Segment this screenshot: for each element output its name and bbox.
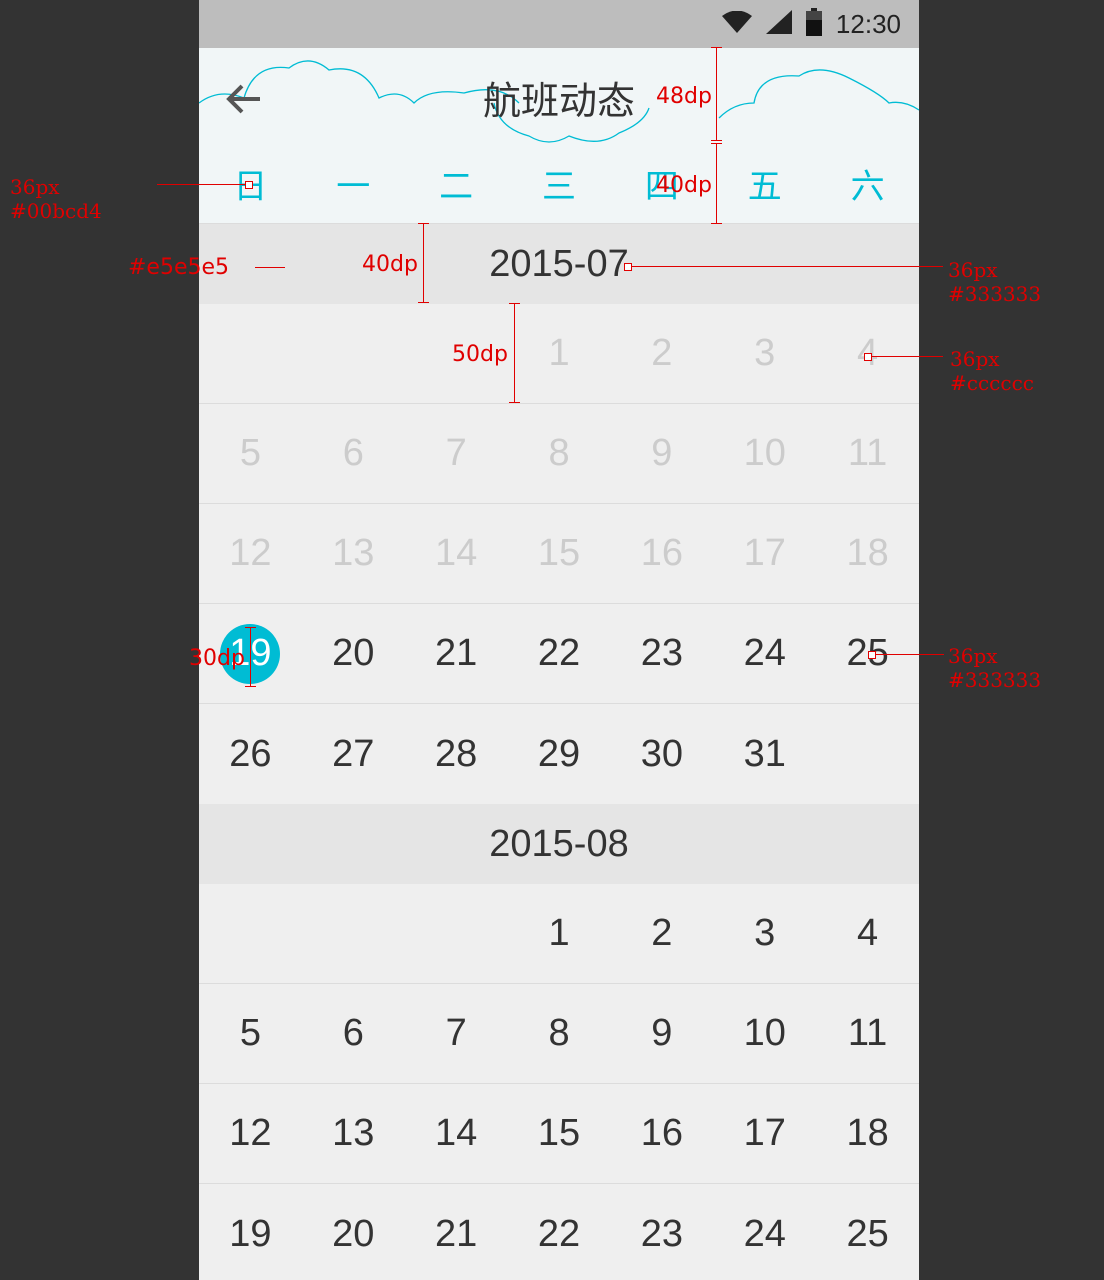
day-cell[interactable]: 24 — [713, 1184, 816, 1280]
month-header: 2015-08 — [199, 804, 919, 884]
week-row: 5 6 7 8 9 10 11 — [199, 404, 919, 504]
day-cell[interactable]: 20 — [302, 1184, 405, 1280]
day-cell[interactable]: 25 — [816, 1184, 919, 1280]
day-cell[interactable]: 23 — [610, 1184, 713, 1280]
day-cell: 10 — [743, 432, 786, 474]
day-cell[interactable]: 27 — [302, 704, 405, 804]
week-row: 12 13 14 15 16 17 18 — [199, 1084, 919, 1184]
wifi-icon — [721, 10, 752, 37]
day-cell[interactable]: 21 — [405, 1184, 508, 1280]
day-cell[interactable]: 24 — [713, 604, 816, 703]
day-cell[interactable]: 28 — [405, 704, 508, 804]
day-cell[interactable]: 4 — [816, 884, 919, 983]
week-row: 1234 — [199, 884, 919, 984]
day-cell: 7 — [445, 432, 467, 474]
weekday-label: 二 — [439, 166, 474, 207]
day-cell: 11 — [847, 432, 888, 474]
day-cell[interactable]: 31 — [713, 704, 816, 804]
annotation-weekday-spec: 36px #00bcd4 — [10, 175, 102, 223]
status-time: 12:30 — [835, 8, 901, 39]
annotation-month-bg: #e5e5e5 — [128, 255, 230, 280]
weekday-header: 日 一 二 三 四 五 六 — [199, 143, 919, 224]
day-cell[interactable]: 19 — [199, 1184, 302, 1280]
day-cell: 1 — [548, 332, 570, 374]
empty-day-cell — [199, 884, 302, 983]
day-cell: 3 — [754, 332, 776, 374]
day-cell[interactable]: 18 — [816, 1084, 919, 1183]
day-cell[interactable]: 14 — [405, 1084, 508, 1183]
day-cell: 5 — [239, 432, 261, 474]
annotation-month-text: 36px #333333 — [948, 258, 1042, 306]
weekday-label: 五 — [747, 166, 782, 207]
day-cell: 9 — [651, 432, 673, 474]
day-cell[interactable]: 5 — [199, 984, 302, 1083]
day-cell: 6 — [342, 432, 364, 474]
app-bar: 航班动态 — [199, 48, 919, 143]
annotation-appbar-height: 48dp — [656, 84, 712, 109]
day-cell[interactable]: 16 — [610, 1084, 713, 1183]
day-cell[interactable]: 11 — [816, 984, 919, 1083]
day-cell[interactable]: 21 — [405, 604, 508, 703]
day-cell[interactable]: 2 — [610, 884, 713, 983]
calendar-list[interactable]: 2015-07123456789101112131415161718192021… — [199, 224, 919, 1280]
signal-icon — [765, 10, 792, 38]
day-cell[interactable]: 10 — [713, 984, 816, 1083]
week-row: 19202122232425 — [199, 1184, 919, 1280]
day-cell[interactable]: 15 — [508, 1084, 611, 1183]
day-cell[interactable]: 30 — [610, 704, 713, 804]
day-cell[interactable]: 3 — [713, 884, 816, 983]
day-cell: 15 — [537, 532, 581, 574]
week-row: 12 13 14 15 16 17 18 — [199, 504, 919, 604]
empty-day-cell — [816, 704, 919, 804]
day-cell[interactable]: 12 — [199, 1084, 302, 1183]
day-cell: 13 — [332, 532, 375, 574]
day-cell: 2 — [651, 332, 673, 374]
empty-day-cell — [199, 304, 302, 403]
annotation-day: 36px #333333 — [948, 644, 1042, 692]
weekday-label: 一 — [336, 166, 371, 207]
annotation-past-day: 36px #cccccc — [950, 347, 1034, 395]
day-cell[interactable]: 8 — [508, 984, 611, 1083]
day-cell[interactable]: 20 — [302, 604, 405, 703]
week-row: 19202122232425 — [199, 604, 919, 704]
day-cell[interactable]: 22 — [508, 1184, 611, 1280]
weekday-label: 六 — [850, 166, 885, 207]
week-row: 5 6 7 8 9 10 11 — [199, 984, 919, 1084]
weekday-label: 三 — [542, 166, 576, 207]
day-cell[interactable]: 6 — [302, 984, 405, 1083]
day-cell[interactable]: 29 — [508, 704, 611, 804]
day-cell: 18 — [846, 532, 889, 574]
annotation-month-height: 40dp — [362, 252, 418, 277]
phone-screen: 12:30 航班动态 日 一 二 三 四 五 六 2015-0712345678… — [199, 0, 919, 1280]
battery-icon — [805, 8, 822, 40]
day-cell[interactable]: 23 — [610, 604, 713, 703]
week-row: 26 27 28 29 30 31 — [199, 704, 919, 804]
day-cell: 16 — [640, 532, 683, 574]
day-cell: 12 — [229, 532, 272, 574]
month-header: 2015-07 — [199, 224, 919, 304]
empty-day-cell — [302, 884, 405, 983]
day-cell: 17 — [743, 532, 786, 574]
day-cell[interactable]: 1 — [508, 884, 611, 983]
status-bar: 12:30 — [199, 0, 919, 48]
day-cell: 8 — [548, 432, 570, 474]
day-cell[interactable]: 22 — [508, 604, 611, 703]
day-cell[interactable]: 26 — [199, 704, 302, 804]
empty-day-cell — [302, 304, 405, 403]
day-cell[interactable]: 17 — [713, 1084, 816, 1183]
page-title: 航班动态 — [482, 79, 635, 123]
day-cell[interactable]: 13 — [302, 1084, 405, 1183]
annotation-row-height: 50dp — [452, 342, 508, 367]
empty-day-cell — [405, 884, 508, 983]
day-cell: 14 — [435, 532, 478, 574]
annotation-weekday-height: 40dp — [656, 173, 712, 198]
week-row: 1234 — [199, 304, 919, 404]
annotation-selected-size: 30dp — [189, 646, 245, 671]
day-cell[interactable]: 7 — [405, 984, 508, 1083]
day-cell[interactable]: 9 — [610, 984, 713, 1083]
